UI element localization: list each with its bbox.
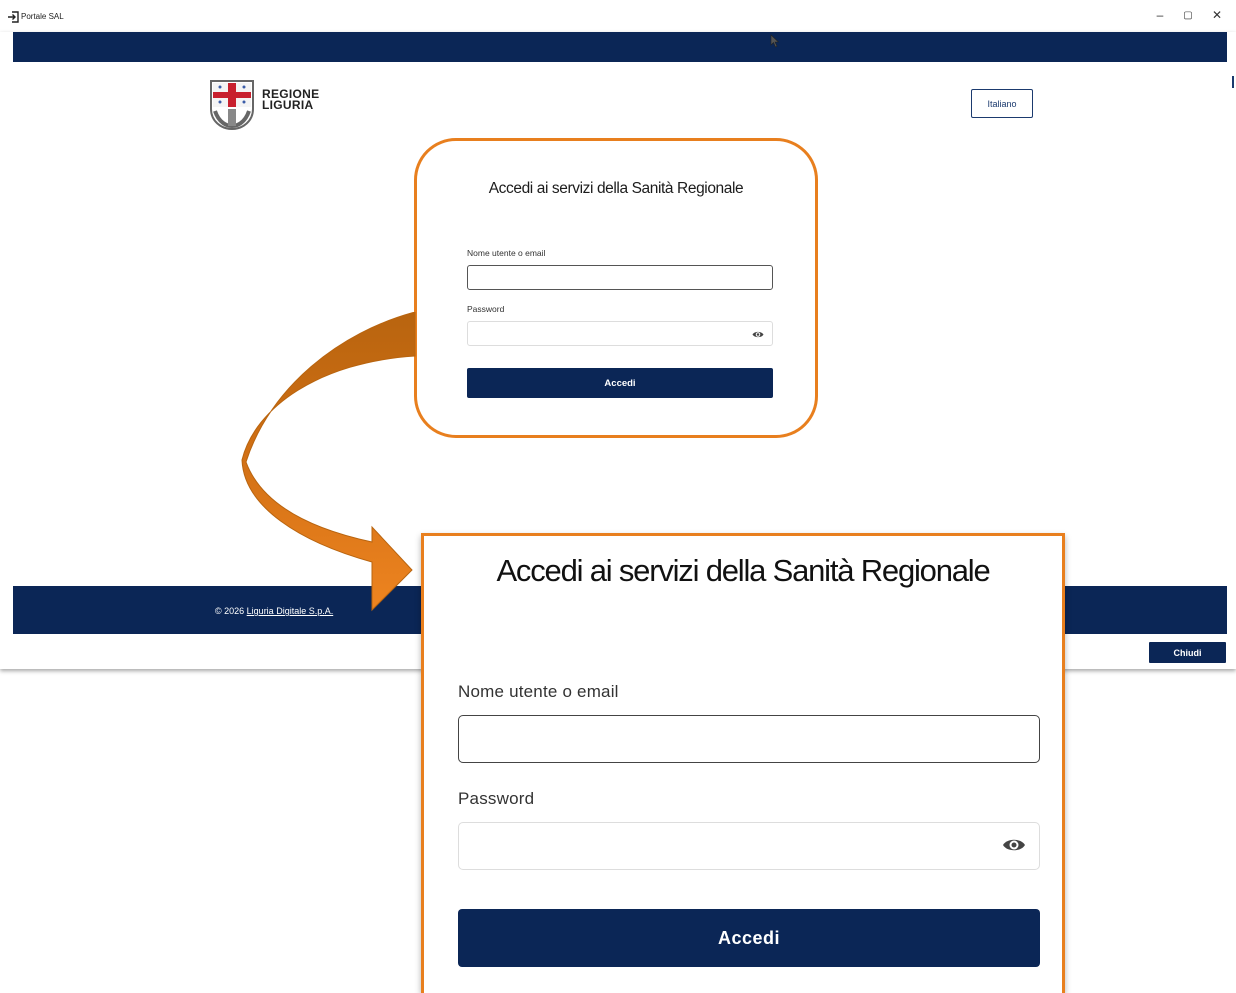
password-label-zoomed: Password xyxy=(458,789,535,808)
username-input-zoomed[interactable] xyxy=(458,715,1040,763)
username-input[interactable] xyxy=(467,265,773,290)
pointer-cursor-icon xyxy=(770,34,780,48)
logo-text: REGIONE LIGURIA xyxy=(262,88,319,112)
window-title: Portale SAL xyxy=(21,12,64,21)
chiudi-button[interactable]: Chiudi xyxy=(1149,642,1226,663)
login-submit-button[interactable]: Accedi xyxy=(467,368,773,398)
eye-icon[interactable] xyxy=(752,330,764,339)
regione-liguria-logo: REGIONE LIGURIA xyxy=(209,79,319,131)
username-label: Nome utente o email xyxy=(467,248,546,258)
window-titlebar: Portale SAL – ▢ ✕ xyxy=(0,0,1236,32)
login-icon xyxy=(8,11,19,23)
eye-icon[interactable] xyxy=(1002,836,1026,854)
login-title-zoomed: Accedi ai servizi della Sanità Regionale xyxy=(496,553,990,588)
password-input[interactable] xyxy=(467,321,773,346)
password-label: Password xyxy=(467,304,505,314)
close-window-button[interactable]: ✕ xyxy=(1207,8,1227,22)
top-nav-bar xyxy=(13,32,1227,62)
edge-marker xyxy=(1232,76,1234,88)
logo-line-2: LIGURIA xyxy=(262,98,314,112)
login-card-zoomed: Accedi ai servizi della Sanità Regionale… xyxy=(421,533,1065,993)
minimize-button[interactable]: – xyxy=(1150,8,1170,22)
coat-of-arms-icon xyxy=(210,80,254,131)
login-submit-button-zoomed[interactable]: Accedi xyxy=(458,909,1040,967)
login-card-highlighted: Accedi ai servizi della Sanità Regionale… xyxy=(414,138,818,438)
restore-button[interactable]: ▢ xyxy=(1178,10,1198,21)
login-title: Accedi ai servizi della Sanità Regionale xyxy=(488,180,744,197)
password-input-zoomed[interactable] xyxy=(458,822,1040,870)
curved-arrow-icon xyxy=(241,312,416,612)
language-selector-button[interactable]: Italiano xyxy=(971,89,1033,118)
username-label-zoomed: Nome utente o email xyxy=(458,682,619,701)
